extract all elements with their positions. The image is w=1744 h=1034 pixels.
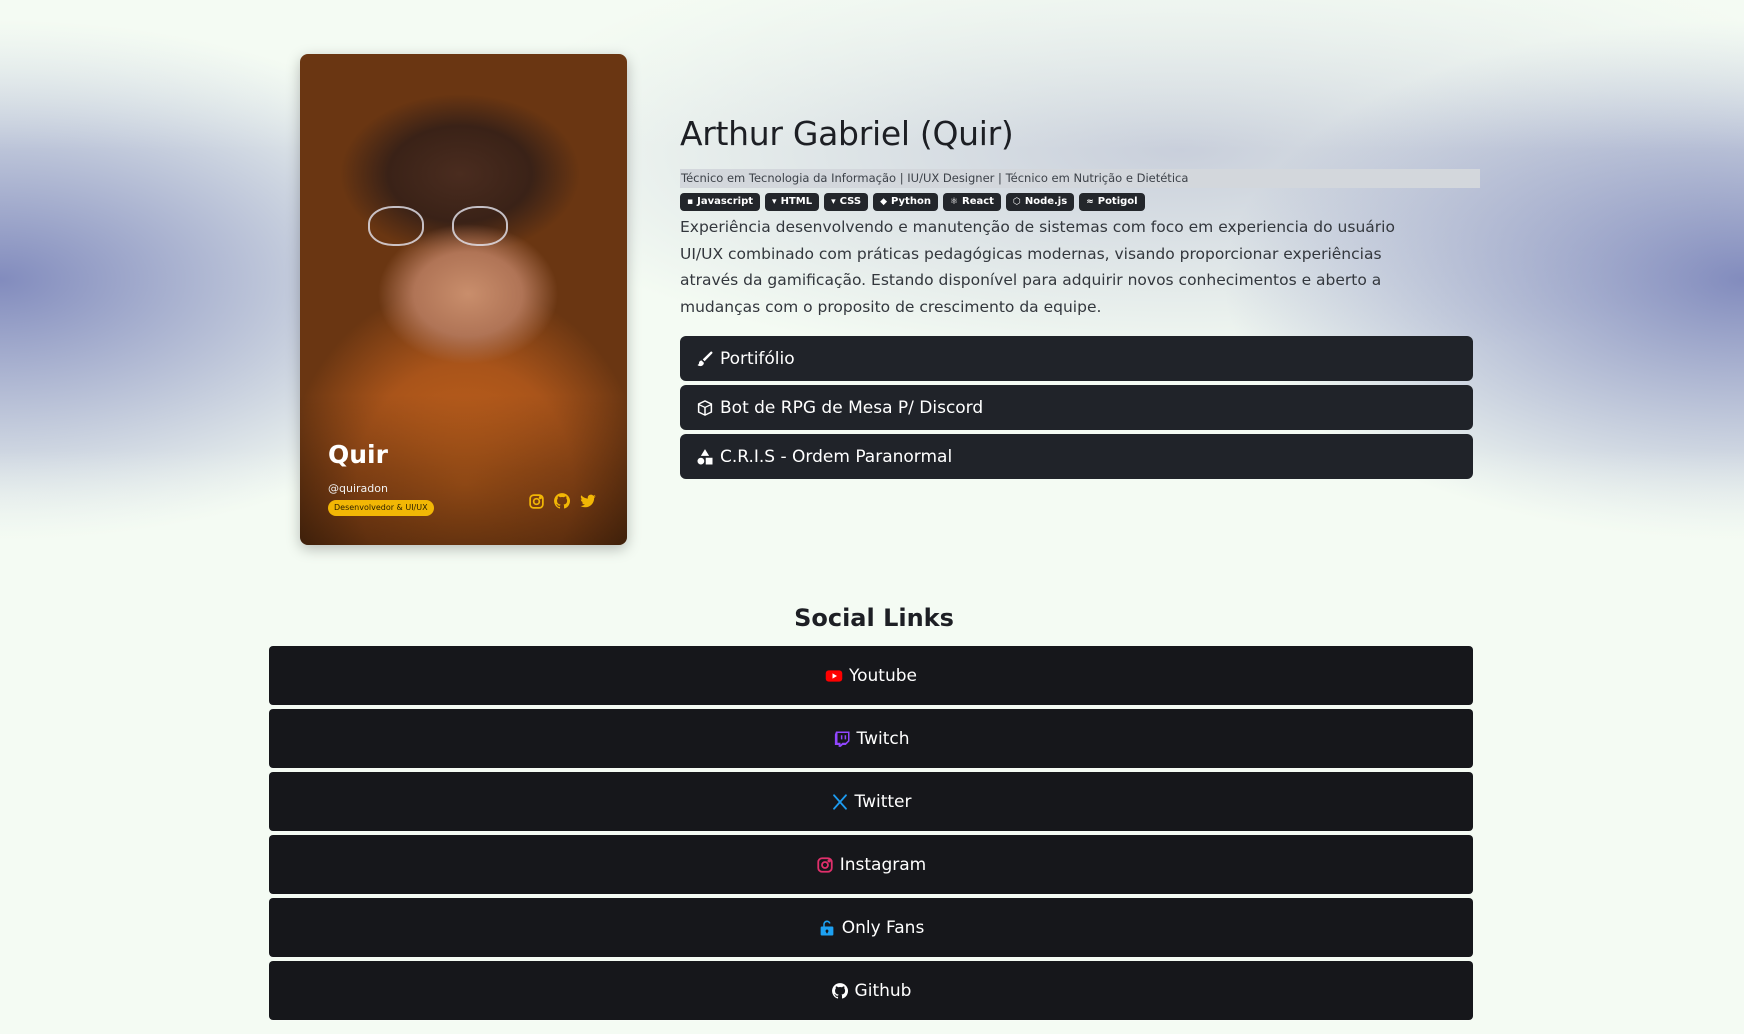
card-social-icons	[527, 492, 597, 510]
page-subtitle: Técnico em Tecnologia da Informação | IU…	[680, 169, 1480, 188]
photo-detail	[368, 206, 424, 246]
photo-detail	[452, 206, 508, 246]
shapes-icon	[697, 448, 713, 464]
social-link-youtube[interactable]: Youtube	[269, 646, 1473, 705]
social-link-instagram[interactable]: Instagram	[269, 835, 1473, 894]
brush-icon	[697, 351, 713, 366]
page-title: Arthur Gabriel (Quir)	[680, 114, 1014, 153]
skill-badge: ⚛ React	[942, 193, 1001, 211]
project-link-cris[interactable]: C.R.I.S - Ordem Paranormal	[680, 434, 1473, 479]
role-badge: Desenvolvedor & UI/UX	[328, 500, 434, 516]
css-icon: ▾	[831, 197, 836, 207]
skill-badge: ≈ Potigol	[1079, 193, 1145, 211]
github-icon	[831, 982, 848, 999]
skill-badge: ▾ HTML	[765, 193, 820, 211]
skills-list: ▪ Javascript ▾ HTML ▾ CSS ◆ Python ⚛ React ⬡ N…	[680, 193, 1145, 211]
nodejs-icon: ⬡	[1012, 197, 1021, 207]
unlock-icon	[820, 920, 834, 935]
potigol-icon: ≈	[1086, 197, 1094, 207]
html-icon: ▾	[772, 197, 777, 207]
social-link-twitter[interactable]: Twitter	[269, 772, 1473, 831]
skill-badge: ▾ CSS	[824, 193, 869, 211]
skill-badge: ◆ Python	[873, 193, 938, 211]
python-icon: ◆	[880, 197, 888, 207]
skill-badge: ▪ Javascript	[680, 193, 761, 211]
instagram-icon[interactable]	[527, 492, 545, 510]
instagram-icon	[817, 856, 833, 873]
twitch-icon	[834, 731, 849, 747]
skill-badge: ⬡ Node.js	[1005, 193, 1075, 211]
javascript-icon: ▪	[687, 197, 694, 207]
social-link-github[interactable]: Github	[269, 961, 1473, 1020]
projects-list: Portifólio Bot de RPG de Mesa P/ Discord…	[680, 336, 1473, 479]
social-link-twitch[interactable]: Twitch	[269, 709, 1473, 768]
card-shade	[300, 395, 627, 545]
youtube-icon	[825, 669, 843, 682]
social-link-onlyfans[interactable]: Only Fans	[269, 898, 1473, 957]
profile-card: Quir @quiradon Desenvolvedor & UI/UX	[300, 54, 627, 545]
project-link-rpg-bot[interactable]: Bot de RPG de Mesa P/ Discord	[680, 385, 1473, 430]
social-links-title: Social Links	[794, 604, 954, 632]
x-icon	[832, 793, 847, 810]
card-name: Quir	[328, 440, 388, 469]
project-link-portfolio[interactable]: Portifólio	[680, 336, 1473, 381]
github-icon[interactable]	[553, 492, 571, 510]
description: Experiência desenvolvendo e manutenção d…	[680, 218, 1395, 316]
twitter-icon[interactable]	[579, 492, 597, 510]
card-handle: @quiradon	[328, 482, 388, 495]
cube-icon	[697, 399, 713, 416]
react-icon: ⚛	[949, 197, 959, 207]
social-links-list: Youtube Twitch Twitter Instagram Only Fa…	[269, 646, 1473, 1020]
